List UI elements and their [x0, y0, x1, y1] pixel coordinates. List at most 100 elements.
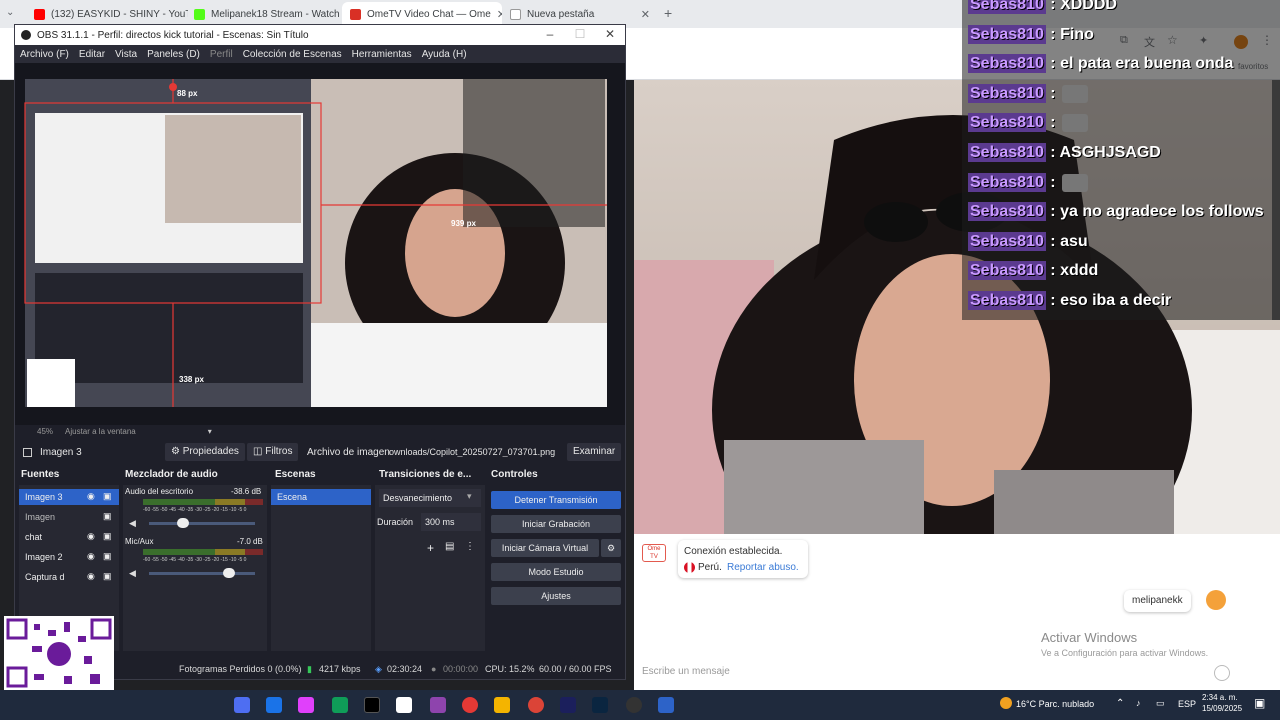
clock-date[interactable]: 15/09/2025 [1202, 704, 1242, 713]
eye-icon[interactable]: ◉ [87, 551, 95, 562]
page-scrollbar[interactable] [1272, 80, 1280, 320]
close-tab-icon[interactable]: ✕ [635, 8, 650, 21]
volume-slider[interactable] [149, 522, 255, 525]
menu-perfil[interactable]: Perfil [205, 49, 238, 60]
file-explorer-icon[interactable] [494, 697, 510, 713]
browse-button[interactable]: Examinar [567, 443, 622, 461]
volume-slider[interactable] [149, 572, 255, 575]
close-icon[interactable]: ✕ [595, 27, 625, 41]
menu-vista[interactable]: Vista [110, 49, 142, 60]
start-recording-button[interactable]: Iniciar Grabación [491, 515, 621, 533]
source-item-label[interactable]: Captura d [25, 572, 65, 582]
source-item-label[interactable]: Imagen [25, 512, 55, 522]
chevron-up-icon[interactable]: ⌃ [1116, 698, 1124, 709]
studio-mode-button[interactable]: Modo Estudio [491, 563, 621, 581]
add-icon[interactable]: + [427, 541, 434, 555]
weather-label[interactable]: 16°C Parc. nublado [1016, 699, 1094, 709]
tab-ometv[interactable]: OmeTV Video Chat — Ome ✕ [342, 2, 502, 26]
bitrate: 4217 kbps [319, 664, 361, 674]
app-icon[interactable] [298, 697, 314, 713]
gear-icon[interactable]: ⚙ [601, 539, 621, 557]
chat-message: Sebas810 : [968, 84, 1088, 111]
network-icon[interactable]: ▭ [1156, 698, 1165, 709]
tab-new[interactable]: Nueva pestaña ✕ [502, 2, 658, 26]
lock-icon[interactable]: ▣ [103, 531, 112, 542]
source-item-label[interactable]: Imagen 2 [25, 552, 63, 562]
scene-item-label[interactable]: Escena [277, 492, 307, 502]
dropdown-arrow-icon[interactable]: ▾ [467, 491, 472, 502]
eye-icon[interactable]: ◉ [87, 491, 95, 502]
message-input[interactable]: Escribe un mensaje [642, 666, 1222, 684]
obs-titlebar: OBS 31.1.1 - Perfil: directos kick tutor… [15, 25, 625, 45]
source-item-label[interactable]: Imagen 3 [25, 492, 63, 502]
tab-list-icon[interactable]: ⌄ [6, 7, 14, 18]
menu-paneles[interactable]: Paneles (D) [142, 49, 205, 60]
tiktok-icon[interactable] [364, 697, 380, 713]
eye-icon[interactable]: ◉ [87, 531, 95, 542]
tab-title: Nueva pestaña [527, 8, 595, 20]
menu-herramientas[interactable]: Herramientas [347, 49, 417, 60]
edge-icon[interactable] [332, 697, 348, 713]
after-effects-icon[interactable] [560, 697, 576, 713]
outlook-icon[interactable] [266, 697, 282, 713]
properties-button[interactable]: ⚙ Propiedades [165, 443, 245, 461]
speaker-icon[interactable]: ◀ [129, 518, 136, 529]
chevron-down-icon[interactable]: ▾ [208, 427, 212, 436]
menu-archivo[interactable]: Archivo (F) [15, 49, 74, 60]
lock-icon[interactable]: ▣ [103, 491, 112, 502]
more-icon[interactable]: ⋮ [465, 541, 475, 552]
stop-stream-button[interactable]: Detener Transmisión [491, 491, 621, 509]
source-item-label[interactable]: chat [25, 532, 42, 542]
preview-canvas[interactable] [15, 63, 625, 425]
obs-icon[interactable] [626, 697, 642, 713]
volume-meter [143, 549, 263, 555]
microphone-icon[interactable]: ♪ [1136, 698, 1141, 708]
chat-username: Sebas810 [968, 113, 1046, 133]
chrome-icon[interactable] [528, 697, 544, 713]
media-player-icon[interactable] [462, 697, 478, 713]
zoom-mode[interactable]: Ajustar a la ventana [65, 427, 136, 436]
partner-name-bubble: melipanekk [1124, 590, 1191, 612]
lock-icon[interactable]: ▣ [103, 511, 112, 522]
tab-kick[interactable]: Melipanek18 Stream - Watch Li ✕ [186, 2, 346, 26]
start-virtual-camera-button[interactable]: Iniciar Cámara Virtual [491, 539, 599, 557]
volume-scale: -60 -55 -50 -45 -40 -35 -30 -25 -20 -15 … [143, 507, 247, 513]
measure-top-label: 88 px [177, 89, 198, 98]
clock-time[interactable]: 2:34 a. m. [1202, 693, 1238, 702]
eye-icon[interactable]: ◉ [87, 571, 95, 582]
menu-editar[interactable]: Editar [74, 49, 110, 60]
report-abuse-link[interactable]: Reportar abuso. [727, 562, 799, 573]
trash-icon[interactable]: ▤ [445, 541, 454, 552]
weather-icon[interactable] [1000, 697, 1012, 709]
right-gutter [1246, 534, 1280, 690]
volume-slider-handle[interactable] [177, 518, 189, 528]
close-tab-icon[interactable]: ✕ [491, 8, 502, 21]
menu-ayuda[interactable]: Ayuda (H) [417, 49, 472, 60]
zoom-level[interactable]: 45% [37, 427, 53, 436]
system-message: Conexión establecida. Perú. Reportar abu… [678, 540, 808, 578]
menu-coleccion-escenas[interactable]: Colección de Escenas [238, 49, 347, 60]
emoji-icon[interactable] [1214, 665, 1230, 681]
ometv-logo: Ome TV [642, 544, 666, 562]
lock-icon[interactable]: ▣ [103, 571, 112, 582]
lock-icon[interactable]: ▣ [103, 551, 112, 562]
ometv-icon [350, 8, 361, 20]
minimize-icon[interactable]: – [535, 27, 565, 41]
image-file-path[interactable]: ownloads/Copilot_20250727_073701.png [389, 447, 559, 457]
obs-preview[interactable]: 88 px 939 px 338 px [15, 63, 625, 425]
photoshop-icon[interactable] [592, 697, 608, 713]
maximize-icon[interactable]: ☐ [565, 27, 595, 41]
language-indicator[interactable]: ESP [1178, 699, 1196, 709]
settings-button[interactable]: Ajustes [491, 587, 621, 605]
transitions-panel: Desvanecimiento ▾ Duración 300 ms + ▤ ⋮ [375, 485, 485, 651]
notification-icon[interactable]: ▣ [1254, 696, 1265, 710]
app-icon[interactable] [430, 697, 446, 713]
speaker-icon[interactable]: ◀ [129, 568, 136, 579]
filters-button[interactable]: ◫ Filtros [247, 443, 299, 461]
tab-youtube[interactable]: (132) EASYKID - SHINY - YouTub ✕ [26, 2, 188, 26]
app-icon[interactable] [658, 697, 674, 713]
app-icon[interactable] [234, 697, 250, 713]
new-tab-button[interactable]: + [664, 5, 672, 21]
calendar-icon[interactable] [396, 697, 412, 713]
volume-slider-handle[interactable] [223, 568, 235, 578]
